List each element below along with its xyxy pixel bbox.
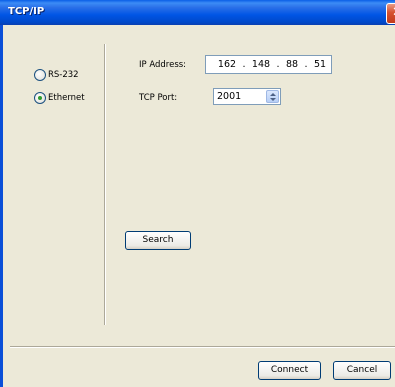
ip-octet-1[interactable]: 162 <box>216 59 238 70</box>
vertical-divider <box>104 44 106 325</box>
tcp-port-label: TCP Port: <box>139 93 178 103</box>
ip-address-label: IP Address: <box>139 60 187 70</box>
dialog-window: TCP/IP ✕ RS-232 Ethernet IP Address: 162… <box>0 0 395 387</box>
chevron-up-icon[interactable] <box>270 93 276 96</box>
chevron-down-icon[interactable] <box>270 98 276 101</box>
ip-octet-4[interactable]: 51 <box>312 59 328 70</box>
close-button[interactable]: ✕ <box>386 3 395 24</box>
search-button[interactable]: Search <box>125 231 191 250</box>
radio-rs232[interactable]: RS-232 <box>34 69 79 81</box>
radio-ethernet-label: Ethernet <box>48 93 85 103</box>
window-title: TCP/IP <box>8 6 45 17</box>
cancel-button[interactable]: Cancel <box>333 361 391 380</box>
radio-ethernet[interactable]: Ethernet <box>34 92 85 104</box>
connect-button[interactable]: Connect <box>258 361 321 380</box>
ip-address-field[interactable]: 162 . 148 . 88 . 51 <box>205 55 332 74</box>
tcp-port-spin-button[interactable] <box>266 90 279 103</box>
tcp-port-value[interactable]: 2001 <box>217 91 241 102</box>
radio-rs232-label: RS-232 <box>48 70 79 80</box>
ip-octet-2[interactable]: 148 <box>250 59 272 70</box>
window-frame-left <box>0 25 3 387</box>
radio-rs232-circle[interactable] <box>34 69 46 81</box>
ip-octet-3[interactable]: 88 <box>284 59 300 70</box>
radio-ethernet-circle[interactable] <box>34 92 46 104</box>
title-bar[interactable]: TCP/IP ✕ <box>0 0 395 25</box>
horizontal-divider <box>10 346 395 348</box>
tcp-port-stepper[interactable]: 2001 <box>213 88 281 105</box>
